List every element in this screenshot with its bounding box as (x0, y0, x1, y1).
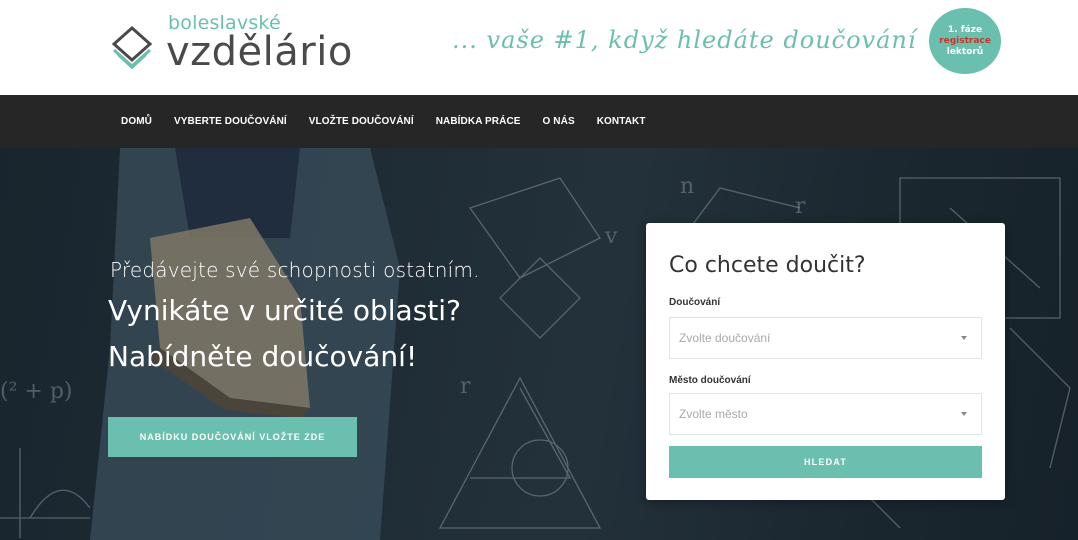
logo-text-big: vzdělário (166, 29, 353, 75)
hero-heading-line2: Nabídněte doučování! (108, 340, 418, 373)
city-select[interactable]: Zvolte město (669, 393, 982, 435)
search-card: Co chcete doučit? Doučování Zvolte doučo… (646, 223, 1005, 500)
chevron-down-icon (961, 412, 967, 416)
city-label: Město doučování (669, 375, 751, 386)
chevron-down-icon (961, 336, 967, 340)
nav-item-choose-tutoring[interactable]: VYBERTE DOUČOVÁNÍ (174, 116, 287, 127)
badge-line3: lektorů (946, 46, 984, 57)
city-select-placeholder: Zvolte město (679, 407, 748, 421)
badge-line1: 1. fáze (947, 24, 983, 35)
hero-section: n v r (² + p) r Předávejte své schopnost… (0, 148, 1078, 540)
site-logo[interactable]: boleslavské vzdělário (108, 6, 368, 78)
nav-item-about[interactable]: O NÁS (543, 116, 575, 127)
site-header: boleslavské vzdělário ... vaše #1, když … (0, 0, 1078, 95)
nav-item-contact[interactable]: KONTAKT (597, 116, 646, 127)
hero-heading-line1: Vynikáte v určité oblasti? (108, 294, 461, 327)
badge-line2: registrace (939, 35, 991, 46)
tutoring-select-placeholder: Zvolte doučování (679, 331, 771, 345)
search-card-title: Co chcete doučit? (669, 253, 866, 278)
hero-subtitle: Předávejte své schopnosti ostatním. (110, 258, 480, 282)
main-nav: DOMŮ VYBERTE DOUČOVÁNÍ VLOŽTE DOUČOVÁNÍ … (0, 95, 1078, 148)
logo-diamond-icon (111, 25, 153, 70)
nav-item-jobs[interactable]: NABÍDKA PRÁCE (436, 116, 521, 127)
nav-item-home[interactable]: DOMŮ (121, 116, 152, 127)
search-button[interactable]: HLEDAT (669, 446, 982, 478)
add-tutoring-button[interactable]: NABÍDKU DOUČOVÁNÍ VLOŽTE ZDE (108, 417, 357, 457)
tutoring-label: Doučování (669, 297, 721, 308)
nav-item-add-tutoring[interactable]: VLOŽTE DOUČOVÁNÍ (309, 116, 414, 127)
tutoring-select[interactable]: Zvolte doučování (669, 317, 982, 359)
tagline: ... vaše #1, když hledáte doučování (452, 26, 917, 54)
registration-badge[interactable]: 1. fáze registrace lektorů (929, 8, 1001, 74)
